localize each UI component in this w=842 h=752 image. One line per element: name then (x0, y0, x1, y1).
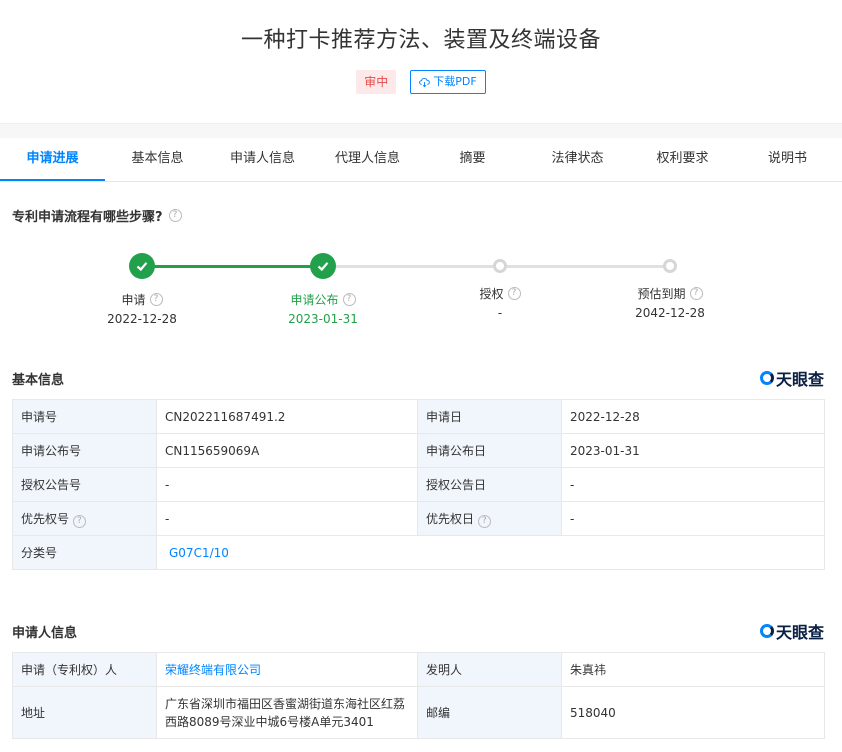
field-label: 授权公告号 (12, 467, 157, 502)
field-label: 优先权号 (21, 511, 70, 526)
field-label: 邮编 (417, 686, 562, 739)
field-label: 申请号 (12, 399, 157, 434)
applicant-link[interactable]: 荣耀终端有限公司 (165, 663, 261, 677)
tab-basic-info[interactable]: 基本信息 (105, 138, 210, 181)
check-icon (129, 253, 155, 279)
step-grant: 授权? - (430, 243, 570, 320)
table-row: 申请（专利权）人 荣耀终端有限公司 发明人 朱真祎 (12, 652, 825, 687)
field-label: 发明人 (417, 652, 562, 687)
step-date: 2042-12-28 (635, 306, 705, 320)
step-publish: 申请公布? 2023-01-31 (253, 243, 393, 326)
table-row: 分类号 G07C1/10 (12, 535, 825, 570)
field-value-cell: 荣耀终端有限公司 (156, 652, 418, 687)
help-icon[interactable]: ? (149, 293, 163, 306)
tab-claims[interactable]: 权利要求 (630, 138, 735, 181)
help-icon[interactable]: ? (477, 514, 491, 528)
field-value-cell: G07C1/10 (156, 535, 825, 570)
field-value: CN115659069A (156, 433, 418, 468)
applicant-info-title: 申请人信息 (12, 625, 78, 641)
step-label: 预估到期 (637, 287, 686, 301)
table-row: 申请公布号 CN115659069A 申请公布日 2023-01-31 (12, 433, 825, 468)
field-label-cell: 优先权号 ? (12, 501, 157, 536)
field-value: 518040 (561, 686, 825, 739)
field-value: 广东省深圳市福田区香蜜湖街道东海社区红荔西路8089号深业中城6号楼A单元340… (156, 686, 418, 739)
progress-title-text: 专利申请流程有哪些步骤? (12, 210, 163, 225)
applicant-info-head: 申请人信息 天眼查 (0, 618, 842, 644)
step-label: 授权 (479, 287, 504, 301)
step-date: - (497, 306, 503, 320)
step-expiry: 预估到期? 2042-12-28 (600, 243, 740, 320)
step-label: 申请公布 (290, 293, 339, 307)
table-row: 地址 广东省深圳市福田区香蜜湖街道东海社区红荔西路8089号深业中城6号楼A单元… (12, 686, 825, 739)
progress-title: 专利申请流程有哪些步骤? ? (0, 206, 842, 225)
field-label: 申请日 (417, 399, 562, 434)
basic-info-head: 基本信息 天眼查 (0, 365, 842, 391)
field-value: - (156, 501, 418, 536)
field-label: 授权公告日 (417, 467, 562, 502)
tab-bar: 申请进展 基本信息 申请人信息 代理人信息 摘要 法律状态 权利要求 说明书 (0, 138, 842, 182)
table-row: 申请号 CN202211687491.2 申请日 2022-12-28 (12, 399, 825, 434)
table-row: 授权公告号 - 授权公告日 - (12, 467, 825, 502)
cloud-download-icon (419, 77, 431, 87)
step-date: 2022-12-28 (107, 312, 177, 326)
download-pdf-button[interactable]: 下载PDF (410, 70, 486, 94)
basic-info-title: 基本信息 (12, 372, 65, 388)
brand-logo: 天眼查 (759, 366, 824, 390)
applicant-info-table: 申请（专利权）人 荣耀终端有限公司 发明人 朱真祎 地址 广东省深圳市福田区香蜜… (12, 652, 825, 739)
brand-logo: 天眼查 (759, 619, 824, 643)
field-label: 优先权日 (426, 511, 475, 526)
tab-description[interactable]: 说明书 (735, 138, 840, 181)
field-value: - (156, 467, 418, 502)
tab-abstract[interactable]: 摘要 (420, 138, 525, 181)
logo-icon (759, 624, 774, 638)
tab-applicant[interactable]: 申请人信息 (210, 138, 315, 181)
status-badge: 审中 (356, 70, 397, 94)
field-label: 申请公布号 (12, 433, 157, 468)
field-label-cell: 优先权日 ? (417, 501, 562, 536)
help-icon[interactable]: ? (689, 287, 703, 300)
check-icon (310, 253, 336, 279)
brand-name: 天眼查 (775, 623, 824, 642)
basic-info-table: 申请号 CN202211687491.2 申请日 2022-12-28 申请公布… (12, 399, 825, 570)
help-icon[interactable]: ? (342, 293, 356, 306)
tab-agent[interactable]: 代理人信息 (315, 138, 420, 181)
table-row: 优先权号 ? - 优先权日 ? - (12, 501, 825, 536)
field-value: 朱真祎 (561, 652, 825, 687)
tab-progress[interactable]: 申请进展 (0, 138, 105, 181)
field-value: 2022-12-28 (561, 399, 825, 434)
brand-name: 天眼查 (775, 370, 824, 389)
step-label: 申请 (121, 293, 146, 307)
field-value: - (561, 501, 825, 536)
field-label: 申请公布日 (417, 433, 562, 468)
field-label: 地址 (12, 686, 157, 739)
pending-dot-icon (493, 259, 507, 273)
step-apply: 申请? 2022-12-28 (72, 243, 212, 326)
field-label: 分类号 (12, 535, 157, 570)
field-value: - (561, 467, 825, 502)
progress-steps: 申请? 2022-12-28 申请公布? 2023-01-31 授权? - 预估… (0, 243, 842, 363)
field-value: 2023-01-31 (561, 433, 825, 468)
section-gap (0, 124, 842, 138)
page-title: 一种打卡推荐方法、装置及终端设备 (240, 28, 601, 53)
help-icon[interactable]: ? (507, 287, 521, 300)
help-icon[interactable]: ? (72, 514, 86, 528)
classification-link[interactable]: G07C1/10 (165, 546, 229, 560)
field-value: CN202211687491.2 (156, 399, 418, 434)
step-date: 2023-01-31 (288, 312, 358, 326)
field-label: 申请（专利权）人 (12, 652, 157, 687)
tab-legal-status[interactable]: 法律状态 (525, 138, 630, 181)
help-icon[interactable]: ? (168, 209, 182, 222)
pending-dot-icon (663, 259, 677, 273)
logo-icon (759, 371, 774, 385)
download-pdf-label: 下载PDF (433, 75, 477, 88)
patent-header: 一种打卡推荐方法、装置及终端设备 审中 下载PDF (0, 0, 842, 124)
